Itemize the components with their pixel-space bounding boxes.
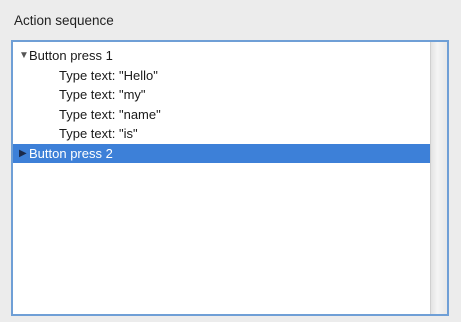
tree-content: ▼Button press 1 Type text: "Hello" Type … [13,42,431,314]
tree-node-label: Type text: "is" [59,126,138,141]
tree-node-label: Button press 1 [29,48,113,63]
tree-node-button-press-2[interactable]: ▶ Button press 2 [13,143,431,164]
tree-child-item[interactable]: Type text: "is" [13,124,431,144]
panel-title: Action sequence [14,13,114,28]
tree-node-label: Type text: "my" [59,87,146,102]
action-sequence-tree[interactable]: ▼Button press 1 Type text: "Hello" Type … [11,40,449,316]
tree-child-item[interactable]: Type text: "my" [13,85,431,105]
tree-node-label: Type text: "Hello" [59,67,158,83]
tree-node-label: Type text: "name" [59,106,161,122]
vertical-scrollbar[interactable] [430,42,447,314]
tree-child-item[interactable]: Type text: "Hello" [13,66,431,86]
tree-node-label: Button press 2 [29,145,113,161]
disclosure-collapsed-icon[interactable]: ▶ [19,144,29,164]
disclosure-expanded-icon[interactable]: ▼ [19,46,29,66]
tree-child-item[interactable]: Type text: "name" [13,105,431,125]
tree-node-button-press-1[interactable]: ▼Button press 1 [13,46,431,66]
